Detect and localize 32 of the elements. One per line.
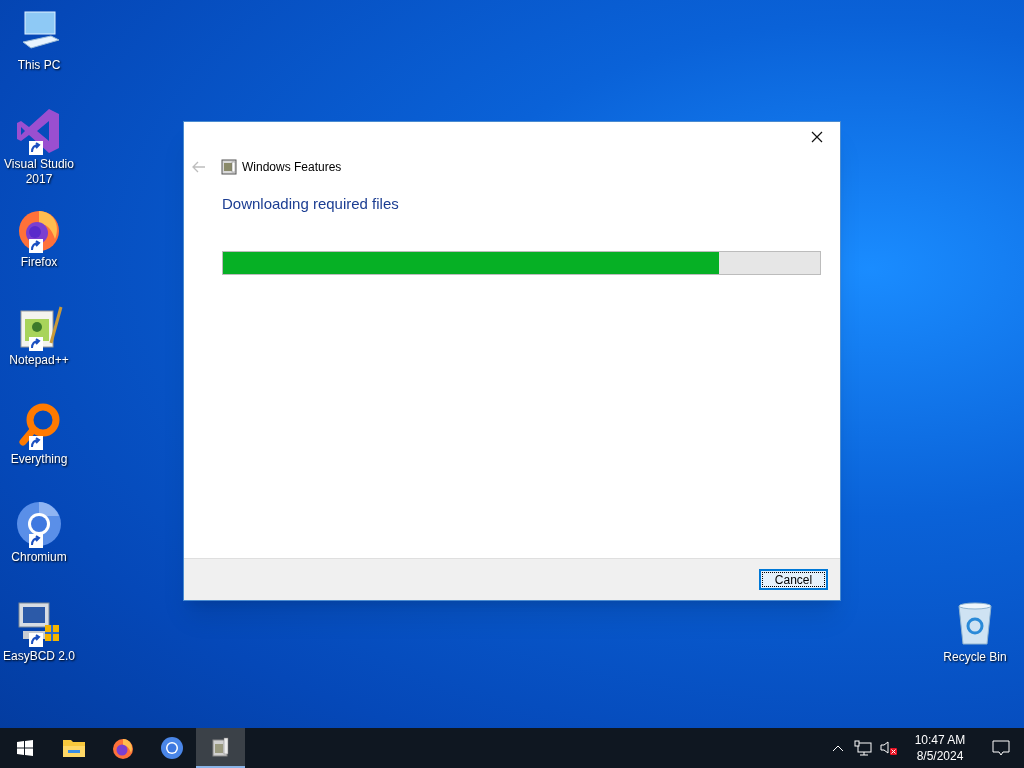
taskbar-button[interactable] [196, 728, 245, 768]
shortcut-arrow-icon [29, 436, 43, 450]
icon-label[interactable]: Visual Studio 2017 [0, 157, 78, 187]
speech-bubble-icon [992, 740, 1010, 756]
network-icon[interactable] [854, 740, 872, 756]
shortcut-arrow-icon [29, 239, 43, 253]
volume-muted-icon[interactable] [880, 740, 898, 756]
ring-logo-icon [15, 500, 63, 548]
cancel-button[interactable]: Cancel [759, 569, 828, 590]
shortcut-arrow-icon [29, 337, 43, 351]
shortcut-arrow-icon [29, 141, 43, 155]
window-features-icon [221, 159, 237, 175]
fox-globe-icon [110, 736, 135, 760]
window-features-icon [210, 736, 231, 758]
icon-label[interactable]: Chromium [11, 550, 67, 565]
shortcut-arrow-icon [29, 534, 43, 548]
folder-icon [61, 738, 86, 758]
icon-label[interactable]: Notepad++ [9, 353, 69, 368]
icon-label[interactable]: Firefox [20, 255, 58, 270]
page-heading: Downloading required files [222, 194, 400, 214]
ring-logo-icon [159, 736, 184, 760]
window-title: Windows Features [242, 159, 342, 176]
icon-label[interactable]: Recycle Bin [943, 650, 1007, 665]
close-icon [811, 131, 823, 143]
chevron-up-icon [832, 744, 844, 752]
icon-label[interactable]: This PC [17, 58, 61, 73]
icon-label[interactable]: EasyBCD 2.0 [3, 649, 75, 664]
start-icon [16, 740, 33, 756]
clock-date[interactable]: 8/5/2024 [916, 748, 964, 764]
icon-label[interactable]: Everything [10, 452, 68, 467]
clock-time[interactable]: 10:47 AM [914, 732, 966, 748]
shortcut-arrow-icon [29, 633, 43, 647]
